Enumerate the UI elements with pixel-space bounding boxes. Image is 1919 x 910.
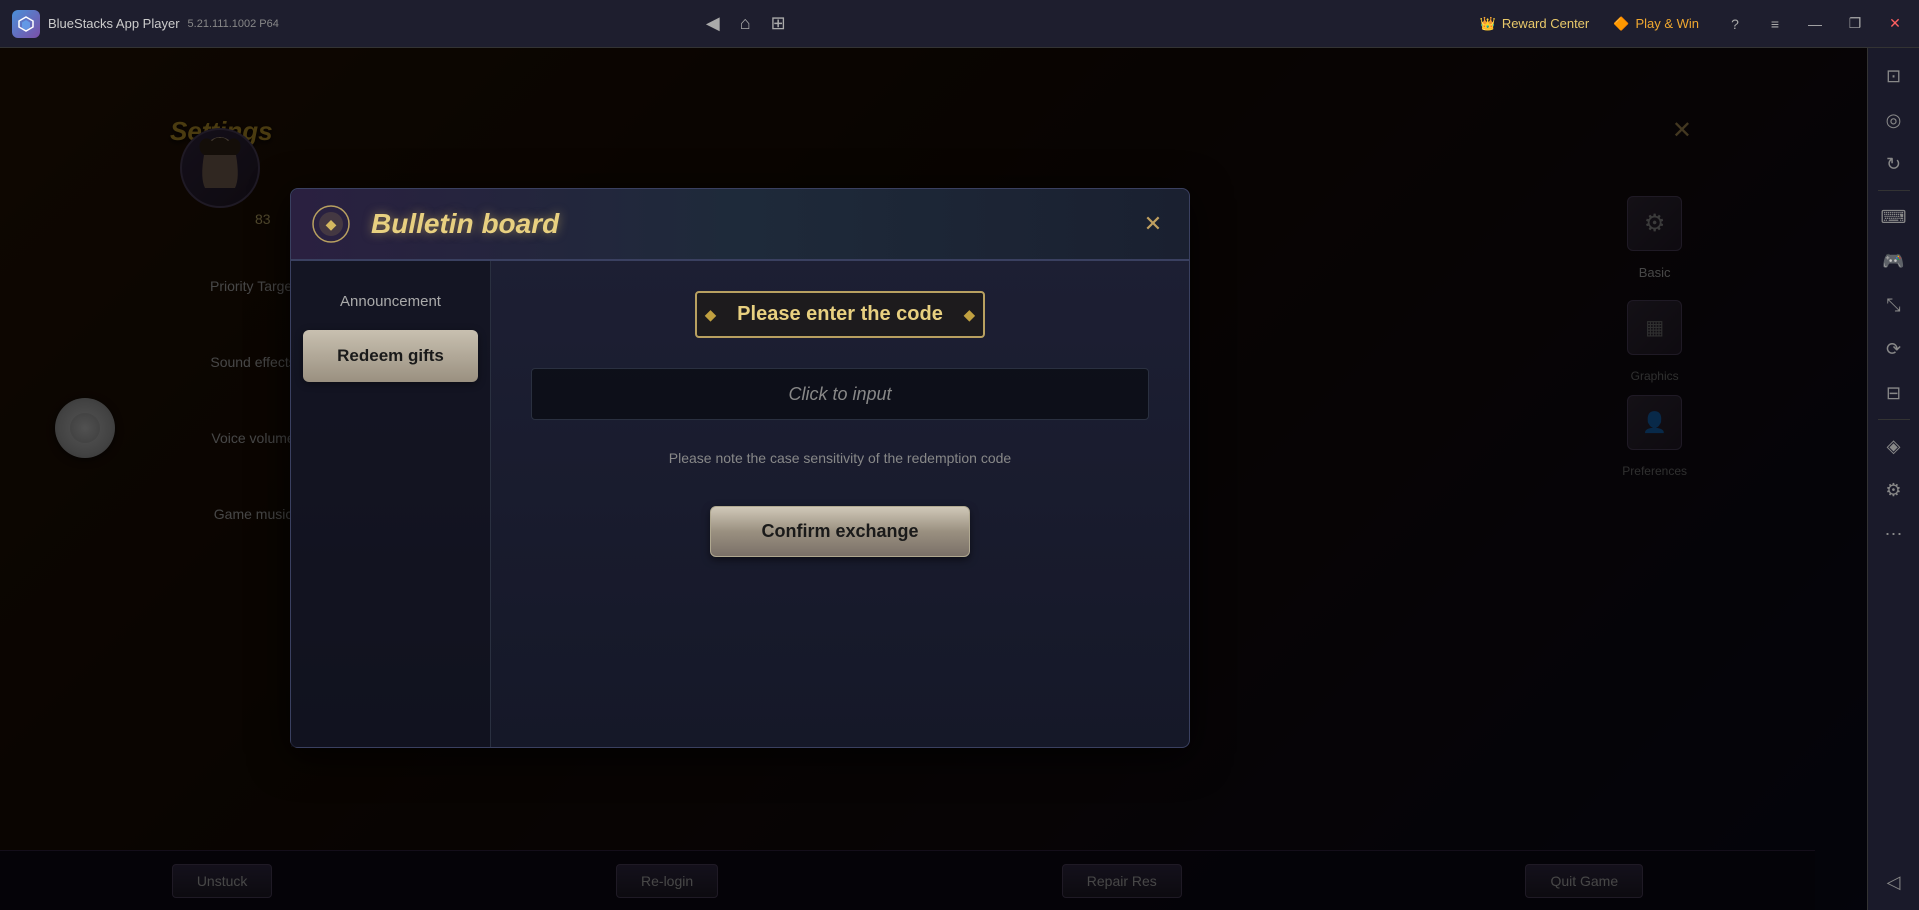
modal-title: Bulletin board [371,208,559,240]
nav-home-icon[interactable]: ⌂ [740,13,751,34]
svg-text:◆: ◆ [326,216,337,232]
bluestacks-logo [12,10,40,38]
scale-icon[interactable]: ⤡ [1874,285,1914,325]
nav-tabs-icon[interactable]: ⊞ [771,13,786,34]
gamepad-icon[interactable]: 🎮 [1874,241,1914,281]
play-win-button[interactable]: 🔶 Play & Win [1601,12,1711,36]
collapse-icon[interactable]: ◁ [1874,862,1914,902]
play-win-icon: 🔶 [1613,16,1629,32]
camera-icon[interactable]: ◎ [1874,100,1914,140]
modal-header: ◆ Bulletin board ✕ [291,189,1189,261]
right-sidebar: ⊡ ◎ ↻ ⌨ 🎮 ⤡ ⟳ ⊟ ◈ ⚙ ⋯ ◁ [1867,48,1919,910]
titlebar: BlueStacks App Player 5.21.111.1002 P64 … [0,0,1919,48]
titlebar-left: BlueStacks App Player 5.21.111.1002 P64 [0,10,690,38]
code-note: Please note the case sensitivity of the … [669,450,1011,466]
bulletin-modal: ◆ Bulletin board ✕ Announcement Redeem g… [290,188,1190,748]
reward-center-label: Reward Center [1502,16,1589,31]
app-version: 5.21.111.1002 P64 [188,18,279,30]
reward-center-icon: 👑 [1480,16,1496,32]
tab-announcement[interactable]: Announcement [303,281,478,322]
keyboard-icon[interactable]: ⌨ [1874,197,1914,237]
refresh-icon[interactable]: ↻ [1874,144,1914,184]
header-decoration: ◆ [311,204,351,244]
menu-button[interactable]: ≡ [1759,8,1791,40]
titlebar-actions: ? ≡ — ❐ ✕ [1711,8,1919,40]
restore-button[interactable]: ❐ [1839,8,1871,40]
modal-close-button[interactable]: ✕ [1137,208,1169,240]
nav-back-icon[interactable]: ◀ [706,13,720,34]
code-input-field[interactable]: Click to input [531,368,1149,420]
rotate-icon[interactable]: ⟳ [1874,329,1914,369]
code-input-wrapper: Click to input [531,368,1149,420]
tab-redeem-gifts[interactable]: Redeem gifts [303,330,478,382]
modal-body: Announcement Redeem gifts Please enter t… [291,261,1189,747]
game-area: Settings ✕ 83 Priority Target Sound effe… [0,48,1867,910]
code-section-title: Please enter the code [695,291,985,338]
minimize-button[interactable]: — [1799,8,1831,40]
screenshot-icon[interactable]: ⊡ [1874,56,1914,96]
close-button[interactable]: ✕ [1879,8,1911,40]
confirm-exchange-button[interactable]: Confirm exchange [710,506,969,557]
reward-center-button[interactable]: 👑 Reward Center [1468,12,1602,36]
modal-tabs: Announcement Redeem gifts [291,261,491,747]
modal-content: Please enter the code Click to input Ple… [491,261,1189,747]
macro-icon[interactable]: ◈ [1874,426,1914,466]
play-win-label: Play & Win [1635,16,1699,31]
app-name: BlueStacks App Player [48,16,180,31]
titlebar-nav: ◀ ⌂ ⊞ [690,13,802,34]
layers-icon[interactable]: ⊟ [1874,373,1914,413]
sidebar-divider-2 [1878,419,1910,420]
help-button[interactable]: ? [1719,8,1751,40]
settings-gear-icon[interactable]: ⚙ [1874,470,1914,510]
sidebar-divider-1 [1878,190,1910,191]
more-icon[interactable]: ⋯ [1874,514,1914,554]
